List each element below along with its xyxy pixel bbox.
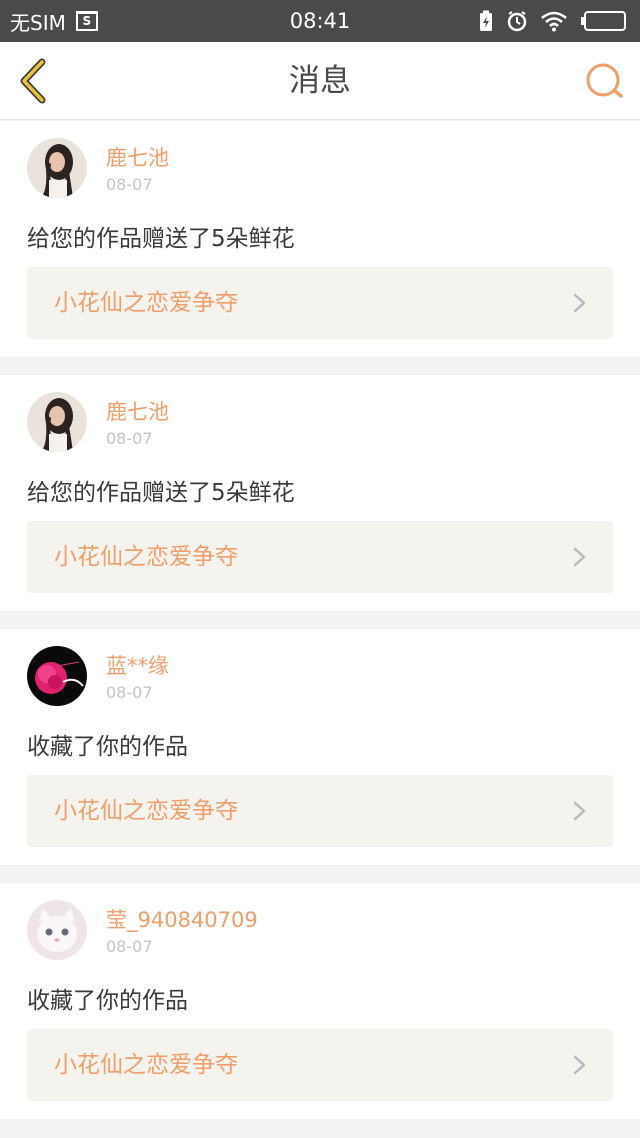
page-title: 消息 (289, 63, 351, 99)
search-button[interactable] (584, 60, 626, 102)
username[interactable]: 鹿七池 (106, 142, 169, 172)
work-link[interactable]: 小花仙之恋爱争夺 (27, 521, 613, 593)
user-avatar[interactable] (27, 900, 87, 960)
work-title: 小花仙之恋爱争夺 (54, 544, 238, 570)
message-date: 08-07 (106, 937, 153, 956)
user-avatar[interactable] (27, 392, 87, 452)
user-avatar[interactable] (27, 138, 87, 198)
battery-charging-icon (480, 10, 492, 31)
message-card: 莹_940840709 08-07 收藏了你的作品 小花仙之恋爱争夺 (0, 883, 640, 1119)
back-button[interactable] (14, 56, 64, 106)
status-right (478, 0, 626, 42)
work-link[interactable]: 小花仙之恋爱争夺 (27, 1029, 613, 1101)
message-text: 给您的作品赠送了5朵鲜花 (27, 226, 295, 252)
back-chevron-icon (20, 58, 46, 104)
work-title: 小花仙之恋爱争夺 (54, 290, 238, 316)
nav-header: 消息 (0, 42, 640, 120)
work-title: 小花仙之恋爱争夺 (54, 798, 238, 824)
message-card: 鹿七池 08-07 给您的作品赠送了5朵鲜花 小花仙之恋爱争夺 (0, 121, 640, 357)
work-title: 小花仙之恋爱争夺 (54, 1052, 238, 1078)
message-text: 收藏了你的作品 (27, 734, 188, 760)
wifi-icon (541, 11, 567, 32)
username[interactable]: 莹_940840709 (106, 904, 258, 934)
chevron-right-icon (573, 293, 586, 313)
message-text: 收藏了你的作品 (27, 988, 188, 1014)
battery-icon (581, 11, 626, 31)
work-link[interactable]: 小花仙之恋爱争夺 (27, 267, 613, 339)
message-card: 蓝**缘 08-07 收藏了你的作品 小花仙之恋爱争夺 (0, 629, 640, 865)
chevron-right-icon (573, 801, 586, 821)
message-date: 08-07 (106, 429, 153, 448)
message-date: 08-07 (106, 175, 153, 194)
girl-photo-avatar (27, 392, 87, 452)
username[interactable]: 鹿七池 (106, 396, 169, 426)
status-bar: 无SIM S 08:41 (0, 0, 640, 42)
message-date: 08-07 (106, 683, 153, 702)
pink-flower-avatar (27, 646, 87, 706)
message-feed: 鹿七池 08-07 给您的作品赠送了5朵鲜花 小花仙之恋爱争夺 鹿七池 08-0… (0, 121, 640, 1137)
alarm-icon (507, 11, 527, 32)
white-cat-avatar (27, 900, 87, 960)
username[interactable]: 蓝**缘 (106, 650, 169, 680)
message-card: 鹿七池 08-07 给您的作品赠送了5朵鲜花 小花仙之恋爱争夺 (0, 375, 640, 611)
chevron-right-icon (573, 1055, 586, 1075)
message-text: 给您的作品赠送了5朵鲜花 (27, 480, 295, 506)
chevron-right-icon (573, 547, 586, 567)
work-link[interactable]: 小花仙之恋爱争夺 (27, 775, 613, 847)
user-avatar[interactable] (27, 646, 87, 706)
girl-photo-avatar (27, 138, 87, 198)
search-icon (586, 63, 623, 98)
